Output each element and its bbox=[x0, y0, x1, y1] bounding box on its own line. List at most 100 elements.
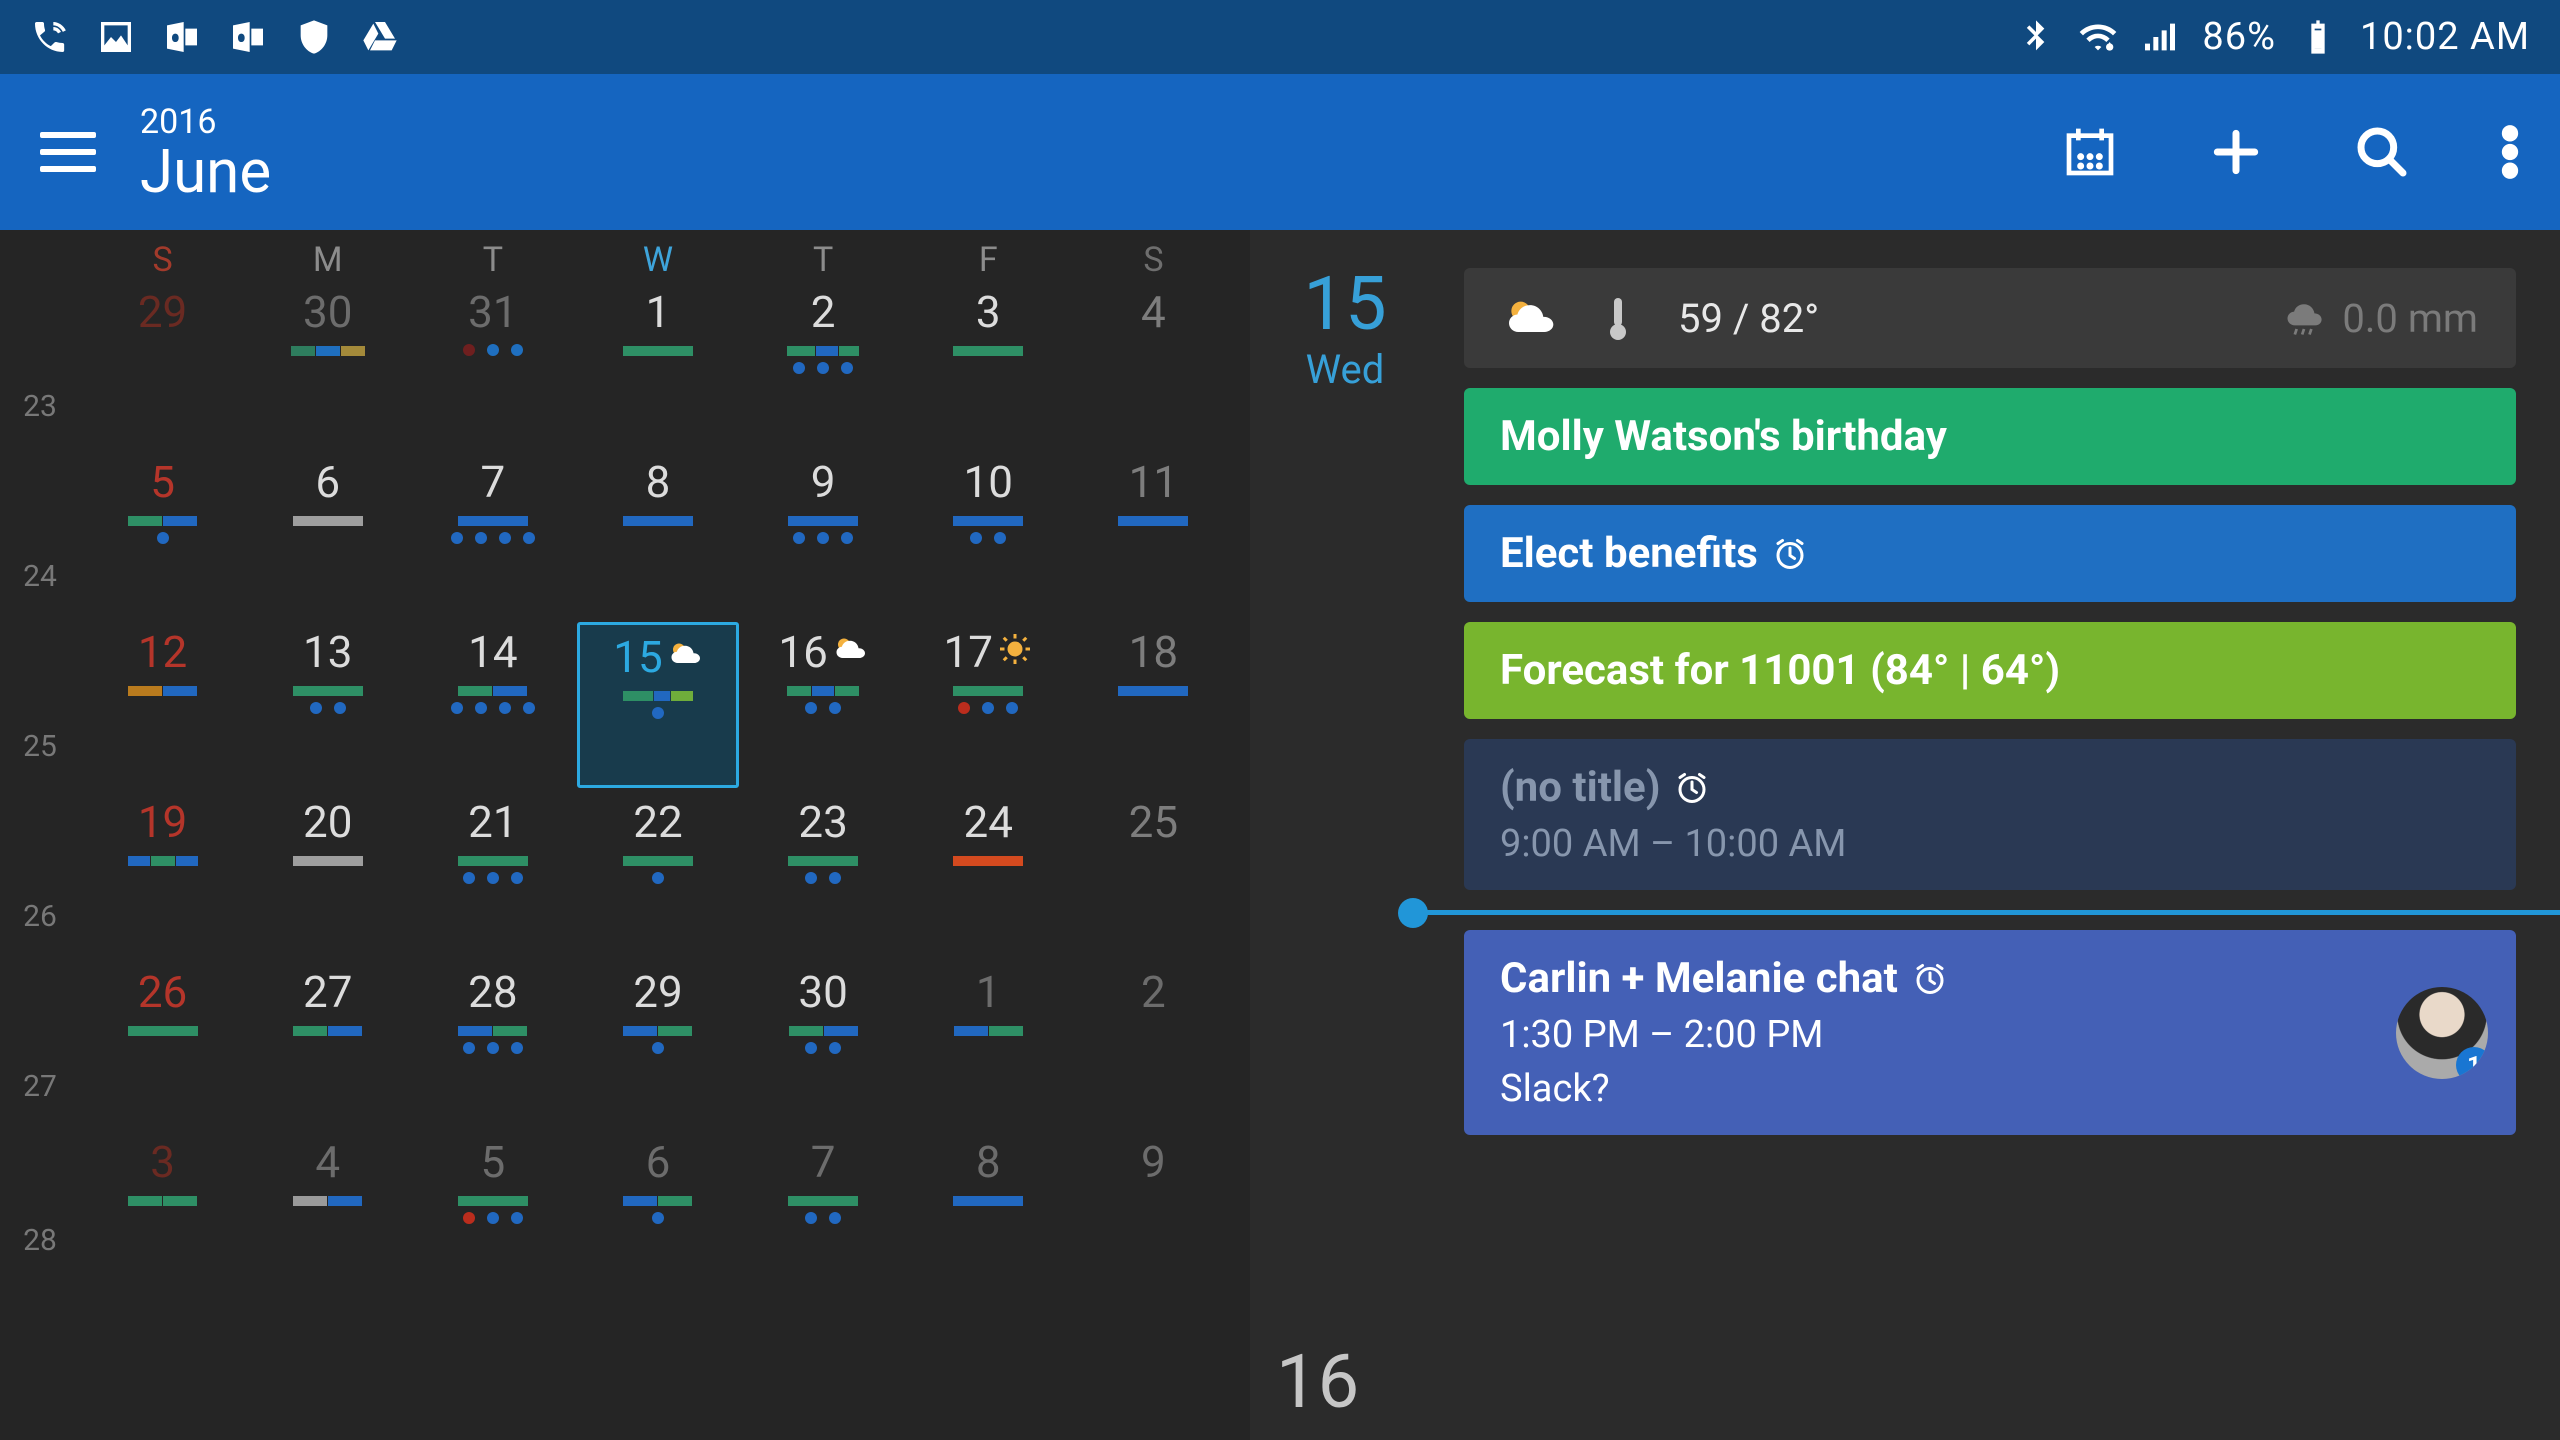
day-cell[interactable]: 3 bbox=[906, 280, 1071, 450]
day-cell[interactable]: 8 bbox=[906, 1130, 1071, 1284]
day-header: W bbox=[575, 240, 740, 280]
event-card[interactable]: Molly Watson's birthday bbox=[1464, 388, 2516, 485]
event-card[interactable]: Elect benefits bbox=[1464, 505, 2516, 602]
search-button[interactable] bbox=[2354, 124, 2410, 180]
event-indicator-bar bbox=[906, 346, 1071, 356]
overflow-menu-button[interactable] bbox=[2500, 124, 2520, 180]
day-cell[interactable]: 2 bbox=[741, 280, 906, 450]
event-indicator-dots bbox=[580, 707, 735, 719]
day-cell[interactable]: 4 bbox=[1071, 280, 1236, 450]
week-number: 24 bbox=[0, 450, 80, 620]
day-cell[interactable]: 5 bbox=[80, 450, 245, 620]
day-header: S bbox=[1071, 240, 1236, 280]
day-cell[interactable]: 26 bbox=[80, 960, 245, 1130]
week-row: 2512131415161718 bbox=[0, 620, 1250, 790]
status-bar: 86% 10:02 AM bbox=[0, 0, 2560, 74]
wifi-icon bbox=[2078, 17, 2118, 57]
day-cell[interactable]: 7 bbox=[741, 1130, 906, 1284]
event-indicator-bar bbox=[245, 346, 410, 356]
event-indicator-bar bbox=[575, 856, 740, 866]
battery-icon bbox=[2298, 17, 2338, 57]
day-header: S bbox=[80, 240, 245, 280]
day-cell[interactable]: 25 bbox=[1071, 790, 1236, 960]
event-indicator-dots bbox=[741, 1042, 906, 1054]
day-cell[interactable]: 30 bbox=[741, 960, 906, 1130]
today-icon[interactable] bbox=[2062, 124, 2118, 180]
event-indicator-bar bbox=[245, 516, 410, 526]
day-cell[interactable]: 9 bbox=[741, 450, 906, 620]
day-cell[interactable]: 6 bbox=[245, 450, 410, 620]
event-indicator-dots bbox=[575, 872, 740, 884]
day-cell[interactable]: 22 bbox=[575, 790, 740, 960]
day-cell[interactable]: 17 bbox=[906, 620, 1071, 790]
weather-icon bbox=[1502, 290, 1558, 346]
event-indicator-bar bbox=[906, 1026, 1071, 1036]
agenda-next-day[interactable]: 16 bbox=[1276, 1339, 1359, 1426]
event-indicator-bar bbox=[80, 1196, 245, 1206]
day-cell[interactable]: 23 bbox=[741, 790, 906, 960]
weather-precip: 0.0 mm bbox=[2282, 295, 2478, 342]
week-row: 27262728293012 bbox=[0, 960, 1250, 1130]
alarm-icon bbox=[1674, 770, 1710, 806]
event-indicator-dots bbox=[410, 1212, 575, 1224]
day-cell[interactable]: 4 bbox=[245, 1130, 410, 1284]
day-header: M bbox=[245, 240, 410, 280]
day-cell[interactable]: 14 bbox=[410, 620, 575, 790]
day-cell[interactable]: 19 bbox=[80, 790, 245, 960]
event-indicator-bar bbox=[80, 1026, 245, 1036]
day-cell[interactable]: 30 bbox=[245, 280, 410, 450]
day-cell[interactable]: 27 bbox=[245, 960, 410, 1130]
day-cell[interactable]: 29 bbox=[575, 960, 740, 1130]
day-cell[interactable]: 1 bbox=[906, 960, 1071, 1130]
event-indicator-bar bbox=[575, 346, 740, 356]
event-indicator-dots bbox=[410, 872, 575, 884]
day-cell[interactable]: 21 bbox=[410, 790, 575, 960]
day-cell[interactable]: 24 bbox=[906, 790, 1071, 960]
add-event-button[interactable] bbox=[2208, 124, 2264, 180]
day-cell[interactable]: 11 bbox=[1071, 450, 1236, 620]
event-indicator-bar bbox=[906, 686, 1071, 696]
agenda-panel[interactable]: 15 Wed 59 / 82° 0.0 mm Molly Watson's bi… bbox=[1250, 230, 2560, 1440]
event-card[interactable]: Forecast for 11001 (84° | 64°) bbox=[1464, 622, 2516, 719]
day-cell[interactable]: 28 bbox=[410, 960, 575, 1130]
day-cell[interactable]: 8 bbox=[575, 450, 740, 620]
day-cell[interactable]: 1 bbox=[575, 280, 740, 450]
event-indicator-dots bbox=[741, 702, 906, 714]
day-cell[interactable]: 16 bbox=[741, 620, 906, 790]
day-cell[interactable]: 20 bbox=[245, 790, 410, 960]
event-indicator-bar bbox=[741, 856, 906, 866]
day-cell[interactable]: 31 bbox=[410, 280, 575, 450]
month-grid[interactable]: SMTWTFS 23293031123424567891011251213141… bbox=[0, 230, 1250, 1440]
event-indicator-bar bbox=[245, 1196, 410, 1206]
event-time: 9:00 AM – 10:00 AM bbox=[1500, 822, 2480, 866]
day-cell[interactable]: 3 bbox=[80, 1130, 245, 1284]
event-indicator-dots bbox=[410, 344, 575, 356]
day-cell[interactable]: 9 bbox=[1071, 1130, 1236, 1284]
gallery-icon bbox=[96, 17, 136, 57]
event-description: Slack? bbox=[1500, 1067, 2480, 1111]
event-card[interactable]: (no title)9:00 AM – 10:00 AM bbox=[1464, 739, 2516, 890]
event-card[interactable]: Carlin + Melanie chat1:30 PM – 2:00 PMSl… bbox=[1464, 930, 2516, 1135]
menu-button[interactable] bbox=[40, 132, 96, 172]
day-cell[interactable]: 12 bbox=[80, 620, 245, 790]
event-title: Forecast for 11001 (84° | 64°) bbox=[1500, 646, 2060, 695]
event-indicator-dots bbox=[741, 872, 906, 884]
clock-text: 10:02 AM bbox=[2360, 15, 2530, 59]
day-cell[interactable]: 10 bbox=[906, 450, 1071, 620]
day-cell[interactable]: 6 bbox=[575, 1130, 740, 1284]
day-cell[interactable]: 29 bbox=[80, 280, 245, 450]
event-title: Carlin + Melanie chat bbox=[1500, 954, 1898, 1003]
day-cell[interactable]: 2 bbox=[1071, 960, 1236, 1130]
event-indicator-bar bbox=[80, 516, 245, 526]
day-cell[interactable]: 18 bbox=[1071, 620, 1236, 790]
day-cell[interactable]: 13 bbox=[245, 620, 410, 790]
header-month[interactable]: June bbox=[140, 142, 271, 202]
event-indicator-bar bbox=[245, 1026, 410, 1036]
weather-card[interactable]: 59 / 82° 0.0 mm bbox=[1464, 268, 2516, 368]
day-cell[interactable]: 15 bbox=[577, 622, 738, 788]
day-cell[interactable]: 7 bbox=[410, 450, 575, 620]
day-cell[interactable]: 5 bbox=[410, 1130, 575, 1284]
week-number: 28 bbox=[0, 1130, 80, 1284]
signal-icon bbox=[2140, 17, 2180, 57]
event-indicator-bar bbox=[741, 1196, 906, 1206]
